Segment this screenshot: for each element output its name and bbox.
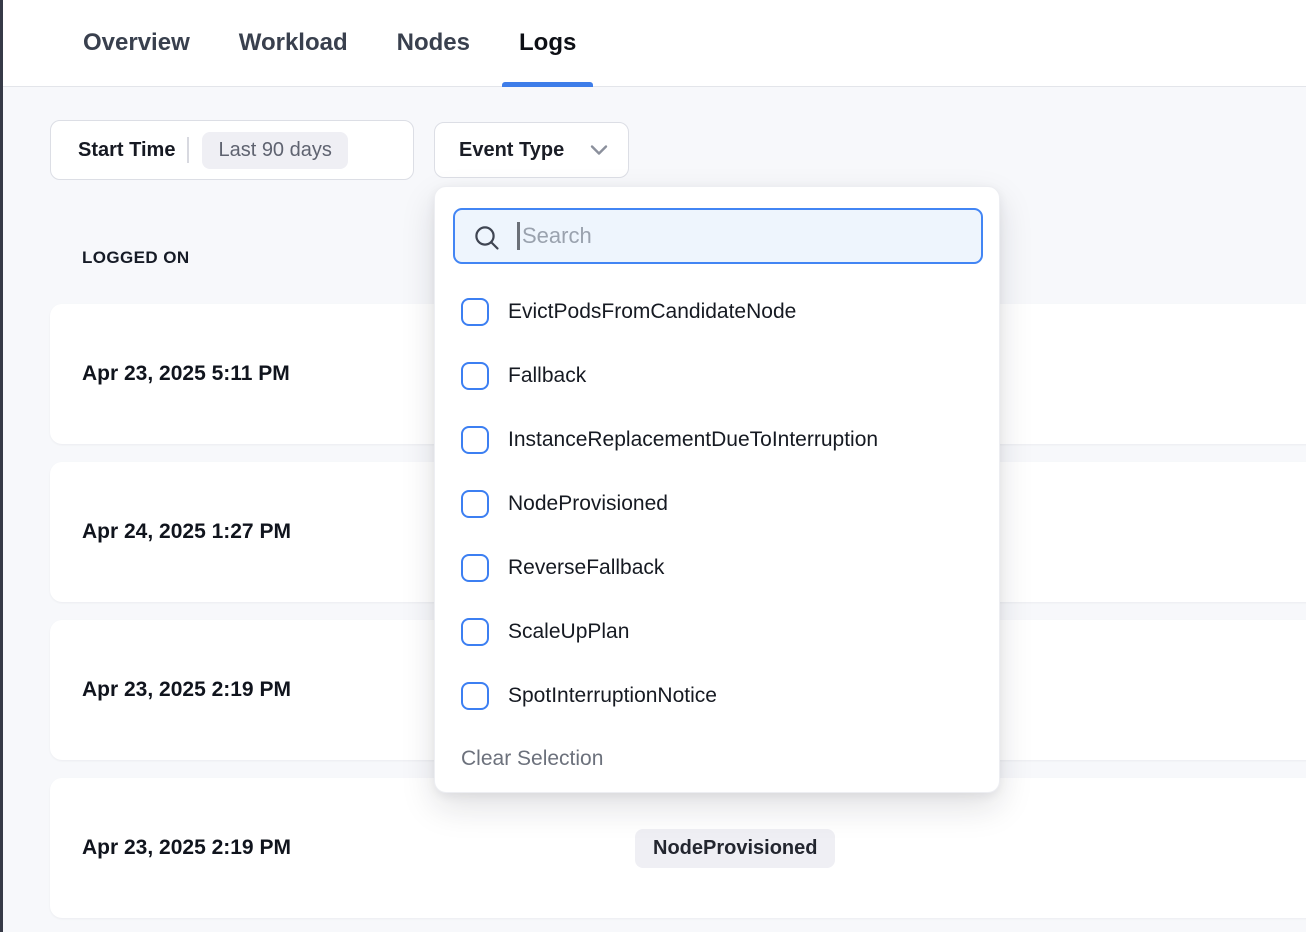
checkbox-unchecked[interactable] (461, 618, 489, 646)
event-type-dropdown-panel: EvictPodsFromCandidateNode Fallback Inst… (434, 186, 1000, 793)
event-type-badge: NodeProvisioned (635, 829, 835, 868)
chevron-down-icon (590, 144, 608, 156)
option-scaleupplan[interactable]: ScaleUpPlan (453, 600, 981, 664)
option-label: NodeProvisioned (508, 492, 668, 516)
option-label: SpotInterruptionNotice (508, 684, 717, 708)
tab-overview[interactable]: Overview (83, 0, 190, 87)
logged-on-column-header: LOGGED ON (82, 245, 190, 271)
option-spotinterruptionnotice[interactable]: SpotInterruptionNotice (453, 664, 981, 728)
event-type-label: Event Type (459, 139, 564, 162)
option-label: ReverseFallback (508, 556, 664, 580)
logged-on-value: Apr 23, 2025 5:11 PM (82, 362, 412, 386)
event-type-option-list: EvictPodsFromCandidateNode Fallback Inst… (453, 280, 981, 728)
tab-workload[interactable]: Workload (239, 0, 348, 87)
checkbox-unchecked[interactable] (461, 298, 489, 326)
logged-on-value: Apr 24, 2025 1:27 PM (82, 520, 412, 544)
option-reversefallback[interactable]: ReverseFallback (453, 536, 981, 600)
option-label: ScaleUpPlan (508, 620, 629, 644)
checkbox-unchecked[interactable] (461, 490, 489, 518)
option-label: InstanceReplacementDueToInterruption (508, 428, 878, 452)
table-row[interactable]: Apr 23, 2025 2:19 PM NodeProvisioned (50, 778, 1306, 918)
logged-on-value: Apr 23, 2025 2:19 PM (82, 678, 412, 702)
start-time-label: Start Time (78, 139, 175, 162)
start-time-divider (187, 137, 189, 163)
event-type-filter-button[interactable]: Event Type (434, 122, 629, 178)
checkbox-unchecked[interactable] (461, 426, 489, 454)
logged-on-value: Apr 23, 2025 2:19 PM (82, 836, 412, 860)
option-fallback[interactable]: Fallback (453, 344, 981, 408)
tab-logs[interactable]: Logs (519, 0, 576, 87)
option-label: Fallback (508, 364, 586, 388)
option-evictpodsfromcandidatenode[interactable]: EvictPodsFromCandidateNode (453, 280, 981, 344)
checkbox-unchecked[interactable] (461, 682, 489, 710)
tab-nodes[interactable]: Nodes (397, 0, 470, 87)
dropdown-search-box (453, 208, 983, 264)
clear-selection-button[interactable]: Clear Selection (461, 739, 603, 779)
start-time-value-badge: Last 90 days (202, 132, 347, 169)
tab-bar: Overview Workload Nodes Logs (0, 0, 1306, 87)
checkbox-unchecked[interactable] (461, 362, 489, 390)
start-time-filter-button[interactable]: Start Time Last 90 days (50, 120, 414, 180)
checkbox-unchecked[interactable] (461, 554, 489, 582)
option-label: EvictPodsFromCandidateNode (508, 300, 796, 324)
option-nodeprovisioned[interactable]: NodeProvisioned (453, 472, 981, 536)
search-input[interactable] (455, 210, 981, 262)
panel-left-edge (0, 0, 3, 932)
logs-page: Overview Workload Nodes Logs Start Time … (0, 0, 1306, 932)
option-instancereplacementduetointerruption[interactable]: InstanceReplacementDueToInterruption (453, 408, 981, 472)
